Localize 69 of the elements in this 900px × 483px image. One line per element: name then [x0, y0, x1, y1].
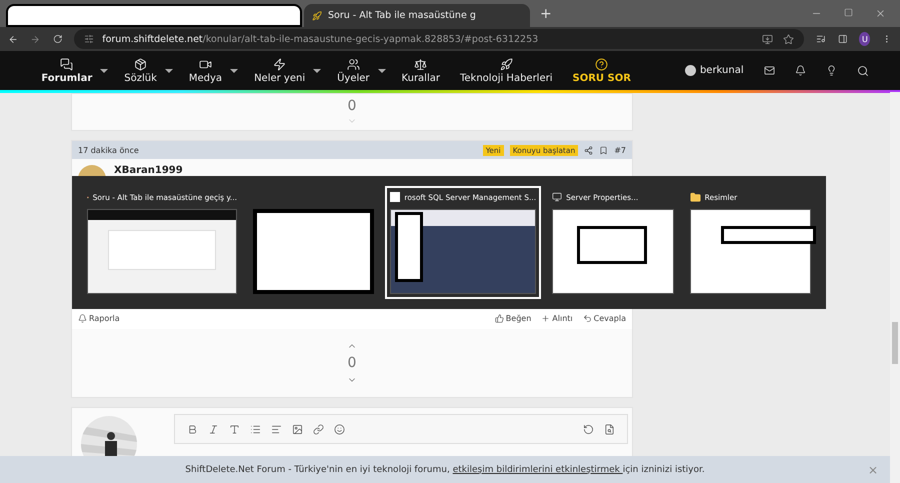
folder-icon [690, 192, 701, 202]
media-control-icon [816, 33, 826, 45]
nav-item[interactable]: SORU SOR [562, 58, 641, 84]
question-mark-icon [595, 58, 608, 70]
caret-icon[interactable] [313, 68, 322, 72]
site-settings-icon [84, 34, 94, 44]
chat-bubbles-icon [60, 58, 74, 70]
nav-item[interactable]: Neler yeni [244, 58, 316, 84]
italic-icon [208, 424, 219, 434]
emoji-icon [334, 424, 345, 434]
lightning-icon [273, 58, 286, 70]
new-tab-button[interactable]: + [532, 6, 560, 22]
bookmark-star-icon [783, 34, 794, 44]
post-action-link[interactable]: Beğen [494, 314, 532, 322]
thumbs-up-icon [494, 314, 504, 322]
vote-count: 0 [348, 98, 356, 114]
box-icon [134, 58, 148, 70]
report-link[interactable]: Raporla [78, 314, 120, 322]
image-icon [292, 424, 303, 434]
caret-icon[interactable] [100, 68, 108, 72]
mail-icon [764, 65, 775, 76]
caret-icon[interactable] [378, 68, 386, 72]
rocket-icon [500, 58, 513, 70]
post-number[interactable]: #7 [614, 146, 626, 154]
nav-item[interactable]: Üyeler [327, 58, 380, 84]
caret-icon[interactable] [230, 68, 238, 72]
bell-icon [794, 65, 806, 76]
search-icon [856, 64, 869, 76]
maximize-icon [844, 8, 853, 17]
nav-item[interactable]: Forumlar [31, 58, 102, 84]
undo-icon [583, 424, 594, 434]
align-icon [271, 424, 282, 434]
scales-icon [414, 58, 428, 70]
people-icon [346, 58, 360, 70]
side-panel-icon [838, 33, 848, 45]
reload-icon [52, 33, 62, 45]
user-menu[interactable]: berkunal [684, 65, 744, 76]
bold-icon [187, 424, 198, 434]
caret-icon[interactable] [164, 68, 173, 72]
redacted-tab[interactable] [6, 4, 302, 27]
redaction-bar [390, 192, 400, 202]
address-bar[interactable]: forum.shiftdelete.net/konular/alt-tab-ile-masaustune-gecis-yapmak.828853/#post-6312253 [74, 29, 804, 49]
scrollbar[interactable] [890, 92, 900, 483]
bell-icon [78, 314, 87, 322]
link-icon [313, 424, 324, 434]
url-text: forum.shiftdelete.net/konular/alt-tab-ile-masaustune-gecis-yapmak.828853/#post-6312253 [102, 34, 538, 44]
plus-icon [541, 314, 550, 322]
close-icon [875, 8, 886, 19]
nav-item[interactable]: Kurallar [392, 58, 450, 84]
reply-arrow-icon [582, 314, 592, 322]
post-time: 17 dakika önce [78, 146, 139, 154]
post-action-link[interactable]: Cevapla [582, 314, 626, 322]
notification-text: ShiftDelete.Net Forum - Türkiye'nin en iyi teknoloji forumu, etkileşim bildirimlerini etkinleştirmek için izninizi istiyor. [185, 464, 705, 474]
enable-notifications-link[interactable]: etkileşim bildirimlerini etkinleştirmek [452, 464, 623, 474]
nav-item[interactable]: Medya [178, 58, 232, 84]
post-action-link[interactable]: Alıntı [541, 314, 573, 322]
profile-avatar[interactable]: U [859, 32, 870, 46]
site-favicon-icon [312, 10, 322, 20]
share-icon [584, 146, 594, 154]
preview-icon [604, 424, 615, 434]
nav-item[interactable]: Sözlük [114, 58, 167, 84]
install-app-icon [762, 34, 774, 44]
text-size-icon [229, 424, 240, 434]
author-name[interactable]: XBaran1999 [114, 165, 183, 176]
bookmark-icon [599, 146, 608, 154]
nav-item[interactable]: Teknoloji Haberleri [450, 58, 563, 84]
browser-tab[interactable]: Soru - Alt Tab ile masaüstüne g [304, 4, 530, 27]
vote-count: 0 [348, 355, 356, 371]
lightbulb-icon [826, 65, 837, 76]
